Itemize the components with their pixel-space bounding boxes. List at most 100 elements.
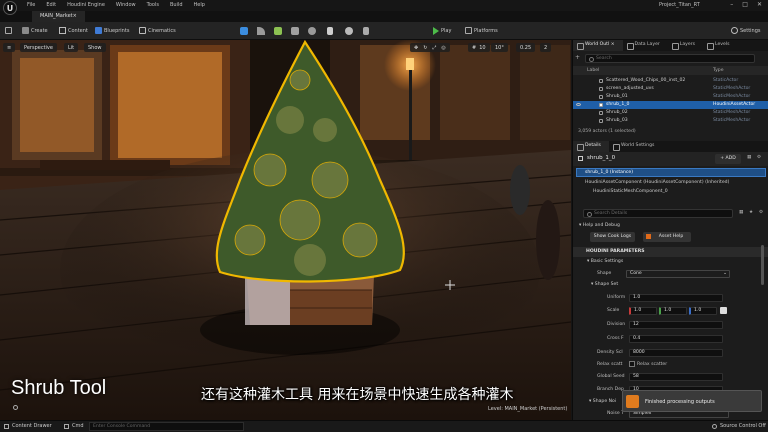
scale-z-field[interactable]: 1.0 (689, 307, 717, 315)
help-debug-section[interactable]: ▾ Help and Debug (579, 223, 620, 228)
component-row[interactable]: HoudiniStaticMeshComponent_0 (593, 189, 668, 194)
row-type: StaticMeshActor (713, 118, 751, 123)
col-type[interactable]: Type (713, 68, 724, 73)
lock-icon[interactable] (720, 307, 727, 314)
clapper-icon (139, 27, 146, 34)
content-button[interactable]: Content (59, 27, 88, 34)
settings-icon[interactable]: ⚙ (759, 210, 763, 215)
uniform-label: Uniform (607, 295, 626, 300)
global-seed-field[interactable]: 58 (629, 373, 723, 381)
show-button[interactable]: Show (84, 43, 106, 52)
shape-noise-folder[interactable]: ▾ Shape Noi (589, 399, 616, 404)
settings-button[interactable]: Settings (731, 27, 761, 34)
fracture-mode-icon[interactable] (327, 27, 333, 35)
world-icon[interactable]: ◎ (441, 45, 445, 51)
density-field[interactable]: 8000 (629, 349, 723, 357)
grid-snap-button[interactable]: #10 (468, 43, 490, 52)
play-button[interactable]: Play (433, 27, 451, 35)
content-drawer-button[interactable]: Content Drawer (12, 423, 52, 429)
details-actor-header: shrub_1_0 + ADD ▦ ⚙ (573, 152, 768, 166)
level-viewport[interactable]: ≡ Perspective Lit Show ✥ ↻ ⤢ ◎ #10 10° 0.25… (0, 40, 571, 420)
outliner-row[interactable]: screen_adjusted_uvs StaticMeshActor (573, 85, 768, 93)
menu-window[interactable]: Window (116, 2, 136, 8)
notification-toast[interactable]: Finished processing outputs (622, 390, 762, 412)
unreal-logo-icon[interactable]: U (3, 1, 17, 15)
paint-mode-icon[interactable] (291, 27, 299, 35)
tab-level[interactable]: MAIN_Market× (32, 11, 85, 22)
angle-snap-button[interactable]: 10° (491, 43, 508, 52)
details-scrollbar[interactable] (761, 245, 764, 285)
translate-icon[interactable]: ✥ (414, 45, 418, 51)
shape-dropdown[interactable]: Cone ⌄ (626, 270, 730, 278)
outliner-row[interactable]: Shrub_02 StaticMeshActor (573, 109, 768, 117)
viewport-menu-button[interactable]: ≡ (3, 43, 16, 52)
create-button[interactable]: Create (22, 27, 48, 34)
gear-icon[interactable]: ⚙ (757, 155, 761, 160)
console-input[interactable]: Enter Console Command (89, 422, 244, 431)
tab-layers[interactable]: Layers (668, 40, 703, 51)
tab-world-settings[interactable]: World Settings (609, 141, 662, 152)
actor-icon (578, 156, 583, 161)
row-type: StaticMeshActor (713, 86, 751, 91)
cinematics-button[interactable]: Cinematics (139, 27, 176, 34)
actor-name[interactable]: shrub_1_0 (587, 155, 615, 161)
foliage-mode-icon[interactable] (274, 27, 282, 35)
add-component-button[interactable]: + ADD (715, 154, 741, 164)
uniform-field[interactable]: 1.0 (629, 294, 723, 302)
blueprints-button[interactable]: Blueprints (95, 27, 129, 34)
eye-icon[interactable] (576, 103, 581, 106)
tab-data-layer[interactable]: Data Layer (623, 40, 668, 51)
outliner-row[interactable]: Shrub_01 StaticMeshActor (573, 93, 768, 101)
shape-set-folder[interactable]: ▾ Shape Set (591, 282, 618, 287)
perspective-button[interactable]: Perspective (20, 43, 57, 52)
menu-help[interactable]: Help (194, 2, 205, 8)
close-icon[interactable]: ✕ (757, 1, 762, 8)
menu-build[interactable]: Build (170, 2, 183, 8)
relax-checkbox[interactable] (629, 361, 635, 367)
menu-tools[interactable]: Tools (147, 2, 159, 8)
outliner-row-selected[interactable]: shrub_1_0 HoudiniAssetActor (573, 101, 768, 109)
tab-world-outliner[interactable]: World Outl × (573, 40, 623, 51)
landscape-mode-icon[interactable] (257, 27, 265, 35)
houdini-parameters-section[interactable]: HOUDINI PARAMETERS (573, 247, 768, 257)
scale-y-field[interactable]: 1.0 (659, 307, 687, 315)
snap-mode-icon[interactable] (345, 27, 353, 35)
brush-mode-icon[interactable] (363, 27, 369, 35)
add-filter-icon[interactable]: + (575, 54, 580, 61)
minimize-icon[interactable]: – (730, 1, 733, 8)
scale-x-field[interactable]: 1.0 (629, 307, 657, 315)
camera-speed-button[interactable]: 2 (540, 43, 552, 52)
asset-help-button[interactable]: Asset Help (643, 232, 691, 242)
scale-snap-button[interactable]: 0.25 (516, 43, 536, 52)
instance-row[interactable]: shrub_1_0 (Instance) (576, 168, 766, 177)
scale-icon[interactable]: ⤢ (432, 45, 436, 51)
basic-settings-label: Basic Settings (590, 259, 624, 264)
division-field[interactable]: 12 (629, 321, 723, 329)
source-control-button[interactable]: Source Control Off (720, 423, 766, 429)
blueprint-icon[interactable]: ▦ (747, 155, 751, 160)
rotate-icon[interactable]: ↻ (423, 45, 427, 51)
tab-details[interactable]: Details (573, 141, 609, 152)
platforms-button[interactable]: Platforms (465, 27, 498, 34)
menu-edit[interactable]: Edit (46, 2, 56, 8)
details-search-input[interactable]: Search Details (583, 209, 733, 218)
modeling-mode-icon[interactable] (308, 27, 316, 35)
show-cook-logs-button[interactable]: Show Cook Logs (590, 232, 635, 242)
cmd-button[interactable]: Cmd (72, 423, 84, 429)
lit-button[interactable]: Lit (64, 43, 79, 52)
star-icon[interactable]: ★ (749, 210, 753, 215)
outliner-row[interactable]: Shrub_03 StaticMeshActor (573, 117, 768, 125)
tab-levels[interactable]: Levels (703, 40, 738, 51)
maximize-icon[interactable]: □ (742, 1, 748, 8)
save-button[interactable] (5, 27, 12, 34)
cross-field[interactable]: 0.4 (629, 335, 723, 343)
select-mode-icon[interactable] (240, 27, 248, 35)
basic-settings-folder[interactable]: ▾ Basic Settings (587, 259, 623, 264)
col-label[interactable]: Label (587, 68, 599, 73)
component-row[interactable]: HoudiniAssetComponent (HoudiniAssetCompo… (585, 180, 729, 185)
outliner-search-input[interactable]: Search (585, 54, 755, 63)
menu-file[interactable]: File (27, 2, 35, 8)
outliner-row[interactable]: Scattered_Wood_Chips_00_inst_02 StaticAct… (573, 77, 768, 85)
grid-view-icon[interactable]: ▦ (739, 210, 743, 215)
menu-houdini-engine[interactable]: Houdini Engine (67, 2, 105, 8)
